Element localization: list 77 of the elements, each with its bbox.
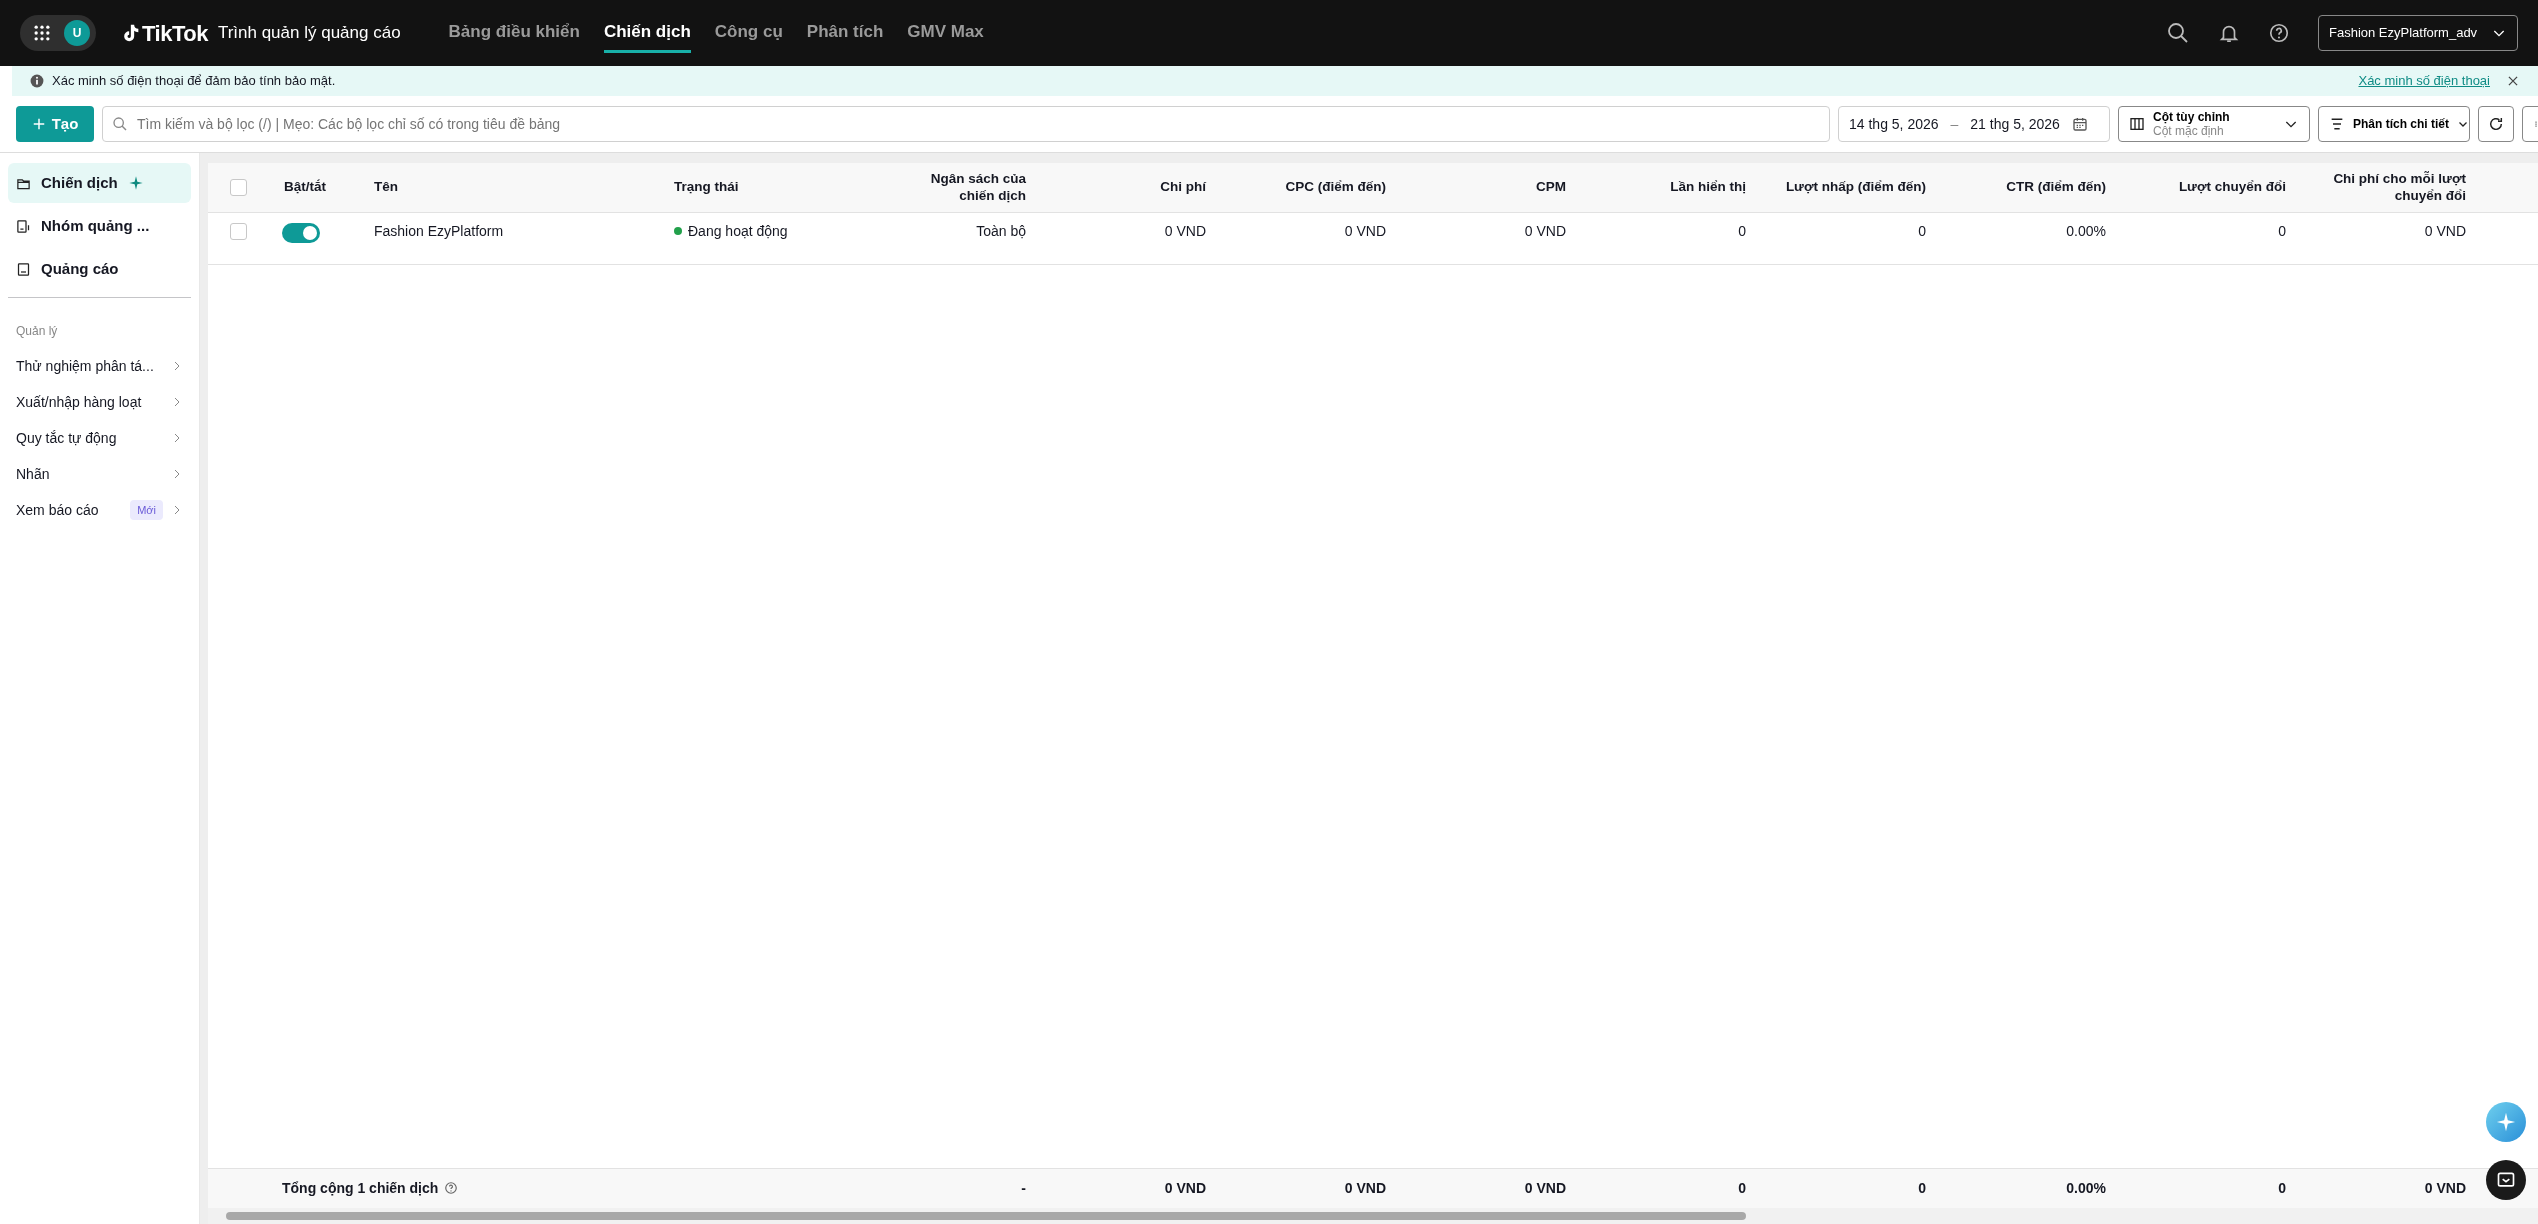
custom-columns-dropdown[interactable]: Cột tùy chỉnh Cột mặc định — [2118, 106, 2310, 142]
sidebar-item[interactable]: Quảng cáo — [8, 249, 191, 289]
nav-tab[interactable]: Phân tích — [806, 12, 884, 54]
list-icon — [2329, 116, 2345, 132]
total-cell-text: 0 VND — [1163, 1180, 1207, 1197]
status-text: Đang hoạt động — [688, 223, 788, 240]
column-header[interactable]: Chi phí cho mỗi lượt chuyển đổi — [2300, 171, 2480, 204]
close-icon[interactable] — [2506, 74, 2520, 88]
help-icon — [444, 1181, 459, 1196]
search-icon — [112, 116, 128, 132]
brand-logo: TikTok — [142, 19, 208, 48]
toggle-switch[interactable] — [282, 223, 320, 243]
table-cell-text: 0 VND — [1523, 223, 1567, 240]
search-icon[interactable] — [2166, 21, 2190, 45]
nav-tab[interactable]: Công cụ — [714, 12, 783, 54]
column-header[interactable]: Lần hiển thị — [1580, 179, 1760, 196]
total-label: Tổng cộng 1 chiến dịch — [282, 1180, 439, 1197]
table-cell-text: 0 — [1737, 223, 1747, 240]
table-cell-text: Toàn bộ — [975, 223, 1027, 240]
table-cell-text: 0 — [1917, 223, 1927, 240]
total-cell-text: 0 VND — [1523, 1180, 1567, 1197]
grid-icon — [32, 23, 52, 43]
menu-item[interactable]: Xem báo cáo Mới — [8, 492, 191, 528]
column-header[interactable]: Lượt nhấp (điểm đến) — [1760, 179, 1940, 196]
row-checkbox[interactable] — [230, 223, 247, 240]
total-cell-text: 0 — [1737, 1180, 1747, 1197]
menu-item[interactable]: Xuất/nhập hàng loạt — [8, 384, 191, 420]
document-stack-icon — [16, 218, 31, 234]
refresh-button[interactable] — [2478, 106, 2514, 142]
total-cell-text: - — [1020, 1180, 1027, 1197]
nav-tab[interactable]: Bảng điều khiển — [448, 12, 580, 54]
refresh-icon — [2488, 116, 2504, 132]
breakdown-dropdown[interactable]: Phân tích chi tiết — [2318, 106, 2470, 142]
nav-tab[interactable]: GMV Max — [907, 12, 984, 54]
new-badge: Mới — [130, 499, 163, 521]
date-range-picker[interactable]: 14 thg 5, 2026 – 21 thg 5, 2026 — [1838, 106, 2110, 142]
calendar-icon — [2071, 116, 2088, 132]
column-header[interactable]: Trạng thái — [660, 179, 900, 196]
column-header[interactable]: Bật/tắt — [270, 179, 360, 196]
column-header[interactable]: CTR (điểm đến) — [1940, 179, 2120, 196]
table-cell-text: 0.00% — [2065, 223, 2107, 240]
sidebar-item[interactable]: Nhóm quảng ... — [8, 206, 191, 246]
nav-tab[interactable]: Chiến dịch — [603, 12, 691, 54]
menu-item[interactable]: Quy tắc tự động — [8, 420, 191, 456]
info-icon — [30, 74, 44, 88]
total-cell-text: 0.00% — [2065, 1180, 2107, 1197]
help-icon[interactable] — [2268, 22, 2290, 44]
columns-icon — [2129, 116, 2145, 132]
banner-message: Xác minh số điện thoại để đảm bảo tính bảo mật. — [52, 72, 336, 91]
document-icon — [16, 261, 31, 277]
total-cell-text: 0 VND — [1343, 1180, 1387, 1197]
table-cell-text: 0 VND — [1163, 223, 1207, 240]
column-header[interactable]: Tên — [360, 179, 660, 196]
search-field[interactable]: Tìm kiếm và bộ lọc (/) | Mẹo: Các bộ lọc chỉ số có trong tiêu đề bảng — [102, 106, 1830, 142]
message-icon — [2496, 1170, 2516, 1190]
account-dropdown[interactable]: Fashion EzyPlatform_adv — [2318, 15, 2518, 51]
section-heading: Quản lý — [15, 323, 59, 340]
table-cell-text: 0 — [2277, 223, 2287, 240]
product-name: Trình quản lý quảng cáo — [217, 22, 401, 45]
column-header[interactable]: Chi phí — [1040, 179, 1220, 196]
column-header[interactable]: CPM — [1400, 179, 1580, 196]
total-cell-text: 0 — [2277, 1180, 2287, 1197]
total-cell-text: 0 VND — [2423, 1180, 2467, 1197]
select-all-checkbox[interactable] — [230, 179, 247, 196]
plus-icon — [31, 117, 46, 131]
verify-phone-link[interactable]: Xác minh số điện thoại — [2358, 71, 2490, 91]
sidebar-item[interactable]: Chiến dịch — [8, 163, 191, 203]
total-cell-text: 0 — [1917, 1180, 1927, 1197]
column-header[interactable]: CPC (điểm đến) — [1220, 179, 1400, 196]
column-header[interactable]: Ngân sách của chiến dịch — [900, 171, 1040, 204]
table-cell-text: 0 VND — [2423, 223, 2467, 240]
campaign-name[interactable]: Fashion EzyPlatform — [360, 223, 660, 240]
horizontal-scrollbar[interactable] — [208, 1208, 2538, 1224]
column-header[interactable]: Lượt chuyển đổi — [2120, 179, 2300, 196]
menu-item[interactable]: Thử nghiệm phân tá... — [8, 348, 191, 384]
table-cell-text: 0 VND — [1343, 223, 1387, 240]
menu-item[interactable]: Nhãn — [8, 456, 191, 492]
